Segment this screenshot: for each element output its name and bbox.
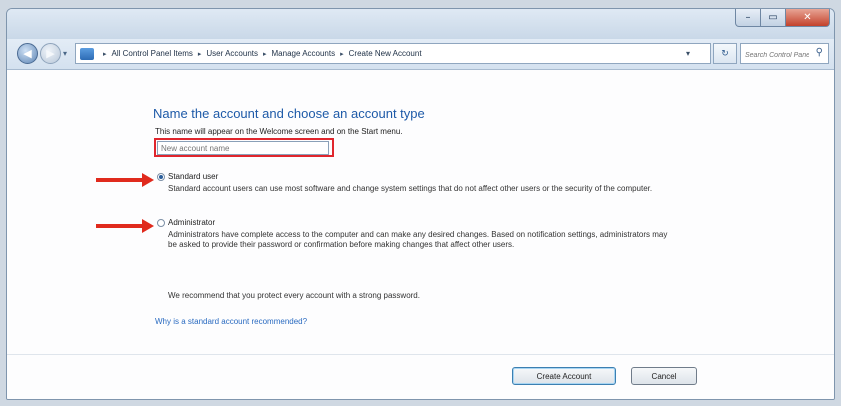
maximize-icon: ▭ [768, 12, 778, 23]
search-box: ⚲ [740, 43, 829, 64]
create-account-window: – ▭ ✕ ◀ ▶ ▾ ▸ All Control Panel Items ▸ … [6, 8, 835, 400]
maximize-button[interactable]: ▭ [761, 9, 786, 27]
create-account-button[interactable]: Create Account [512, 367, 616, 385]
breadcrumb-manage-accounts[interactable]: Manage Accounts [272, 49, 336, 58]
title-bar: – ▭ ✕ [7, 9, 834, 39]
content-pane: Name the account and choose an account t… [7, 70, 834, 399]
breadcrumb-create-new-account[interactable]: Create New Account [349, 49, 422, 58]
minimize-icon: – [745, 12, 751, 23]
breadcrumb-separator-icon[interactable]: ▸ [198, 50, 202, 58]
refresh-button[interactable]: ↻ [713, 43, 737, 64]
administrator-label[interactable]: Administrator [168, 218, 215, 227]
navigation-bar: ◀ ▶ ▾ ▸ All Control Panel Items ▸ User A… [7, 39, 834, 70]
breadcrumb-separator-icon[interactable]: ▸ [103, 50, 107, 58]
minimize-button[interactable]: – [735, 9, 761, 27]
address-bar[interactable]: ▸ All Control Panel Items ▸ User Account… [75, 43, 711, 64]
breadcrumb-user-accounts[interactable]: User Accounts [206, 49, 258, 58]
standard-account-help-link[interactable]: Why is a standard account recommended? [155, 317, 307, 326]
page-title: Name the account and choose an account t… [153, 106, 425, 121]
standard-user-label[interactable]: Standard user [168, 172, 218, 181]
annotation-arrow-icon [96, 173, 154, 187]
cancel-button[interactable]: Cancel [631, 367, 697, 385]
search-icon[interactable]: ⚲ [816, 47, 823, 58]
password-recommendation: We recommend that you protect every acco… [168, 291, 420, 300]
caption-buttons: – ▭ ✕ [735, 9, 830, 27]
search-input[interactable] [741, 46, 809, 64]
back-arrow-icon: ◀ [23, 47, 32, 60]
forward-arrow-icon: ▶ [46, 47, 55, 60]
name-description: This name will appear on the Welcome scr… [155, 127, 403, 136]
breadcrumb-separator-icon[interactable]: ▸ [340, 50, 344, 58]
control-panel-icon [80, 47, 94, 60]
annotation-arrow-icon [96, 219, 154, 233]
footer-divider [7, 354, 834, 355]
standard-user-description: Standard account users can use most soft… [168, 184, 653, 193]
administrator-radio[interactable] [157, 219, 165, 227]
administrator-description: Administrators have complete access to t… [168, 230, 668, 249]
address-dropdown-icon[interactable]: ▾ [686, 49, 690, 58]
breadcrumb-separator-icon[interactable]: ▸ [263, 50, 267, 58]
forward-button[interactable]: ▶ [40, 43, 61, 64]
account-name-input[interactable] [157, 141, 329, 155]
refresh-icon: ↻ [721, 48, 729, 59]
close-button[interactable]: ✕ [786, 9, 830, 27]
recent-pages-icon[interactable]: ▾ [63, 49, 67, 58]
breadcrumb-control-panel[interactable]: All Control Panel Items [112, 49, 193, 58]
standard-user-radio[interactable] [157, 173, 165, 181]
back-button[interactable]: ◀ [17, 43, 38, 64]
close-icon: ✕ [803, 12, 812, 23]
